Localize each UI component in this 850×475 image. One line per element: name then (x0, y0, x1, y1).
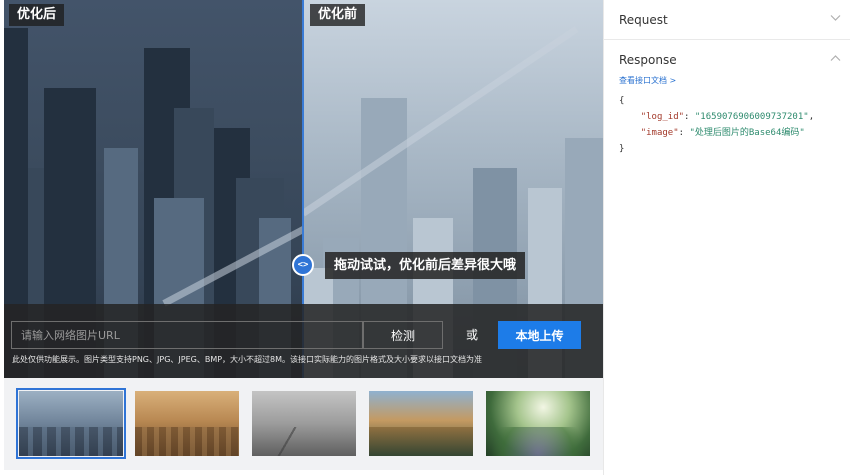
api-doc-link[interactable]: 查看接口文档 > (619, 75, 676, 86)
chevron-down-icon (830, 12, 841, 25)
json-brace-open: { (619, 96, 625, 106)
drag-handle-icon[interactable]: <> (292, 254, 314, 276)
thumbnail-sandstorm-city[interactable] (135, 391, 239, 456)
url-input-bar: 检测 或 本地上传 此处仅供功能展示。图片类型支持PNG、JPG、JPEG、BM… (4, 304, 603, 378)
json-key-image: "image" (640, 128, 679, 138)
thumbnail-foggy-trees[interactable] (252, 391, 356, 456)
response-json: { "log_id": "1659076906009737201", "imag… (619, 96, 815, 154)
thumbnail-city-haze[interactable] (16, 388, 126, 459)
json-value-log-id: "1659076906009737201" (694, 112, 809, 122)
or-label: 或 (466, 328, 479, 342)
json-key-log-id: "log_id" (640, 112, 685, 122)
local-upload-button[interactable]: 本地上传 (498, 321, 581, 349)
thumbnail-garden-sunlight[interactable] (486, 391, 590, 456)
before-badge: 优化前 (310, 4, 366, 26)
request-accordion[interactable]: Request (604, 0, 850, 40)
after-badge: 优化后 (9, 4, 65, 26)
request-title: Request (619, 13, 668, 27)
json-brace-close: } (619, 144, 625, 154)
json-value-image: "处理后图片的Base64编码" (689, 128, 805, 138)
image-compare-demo[interactable]: 优化后 优化前 <> 拖动试试，优化前后差异很大哦 检测 或 本地上传 此处仅供… (4, 0, 603, 378)
sample-thumbnails (4, 378, 603, 470)
url-input[interactable] (11, 321, 363, 349)
response-accordion[interactable]: Response (604, 40, 850, 80)
drag-tip: 拖动试试，优化前后差异很大哦 (325, 252, 526, 279)
response-title: Response (619, 53, 677, 67)
disclaimer-text: 此处仅供功能展示。图片类型支持PNG、JPG、JPEG、BMP，大小不超过8M。… (12, 355, 483, 364)
chevron-up-icon (830, 52, 841, 65)
thumbnail-misty-forest[interactable] (369, 391, 473, 456)
api-panel: Request Response 查看接口文档 > { "log_id": "1… (603, 0, 850, 475)
detect-button[interactable]: 检测 (363, 321, 443, 349)
